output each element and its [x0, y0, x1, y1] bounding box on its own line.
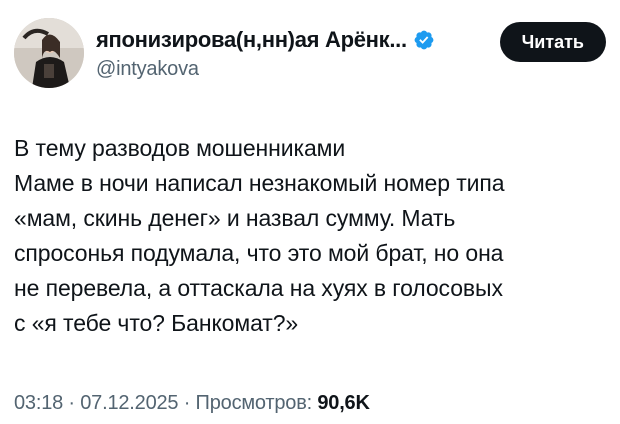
tweet-header: японизирова(н,нн)ая Арёнк... @intyakova …	[14, 18, 606, 90]
tweet-text-line: спросонья подумала, что это мой брат, но…	[14, 240, 504, 266]
name-row: японизирова(н,нн)ая Арёнк...	[96, 26, 476, 54]
tweet-text-line: с «я тебе что? Банкомат?»	[14, 310, 299, 336]
follow-button[interactable]: Читать	[499, 22, 606, 62]
user-handle[interactable]: @intyakova	[96, 58, 476, 81]
author-block: японизирова(н,нн)ая Арёнк... @intyakova	[96, 26, 476, 81]
tweet-text-line: Маме в ночи написал незнакомый номер тип…	[14, 170, 505, 196]
views-count[interactable]: 90,6K	[317, 392, 370, 414]
tweet-date[interactable]: 07.12.2025	[80, 392, 178, 414]
tweet-meta: 03:18 · 07.12.2025 · Просмотров: 90,6K	[14, 392, 370, 415]
avatar[interactable]	[14, 18, 84, 88]
avatar-image	[14, 18, 84, 88]
tweet-text-line: «мам, скинь денег» и назвал сумму. Мать	[14, 205, 456, 231]
meta-separator: ·	[63, 392, 81, 414]
tweet-text-line: В тему разводов мошенниками	[14, 135, 346, 161]
tweet-text-line: не перевела, а оттаскала на хуях в голос…	[14, 275, 503, 301]
tweet-time[interactable]: 03:18	[14, 392, 63, 414]
meta-separator: ·	[178, 392, 196, 414]
tweet-text: В тему разводов мошенниками Маме в ночи …	[14, 131, 610, 341]
verified-badge-icon	[414, 30, 434, 50]
views-label: Просмотров:	[195, 392, 313, 414]
display-name[interactable]: японизирова(н,нн)ая Арёнк...	[96, 27, 407, 53]
